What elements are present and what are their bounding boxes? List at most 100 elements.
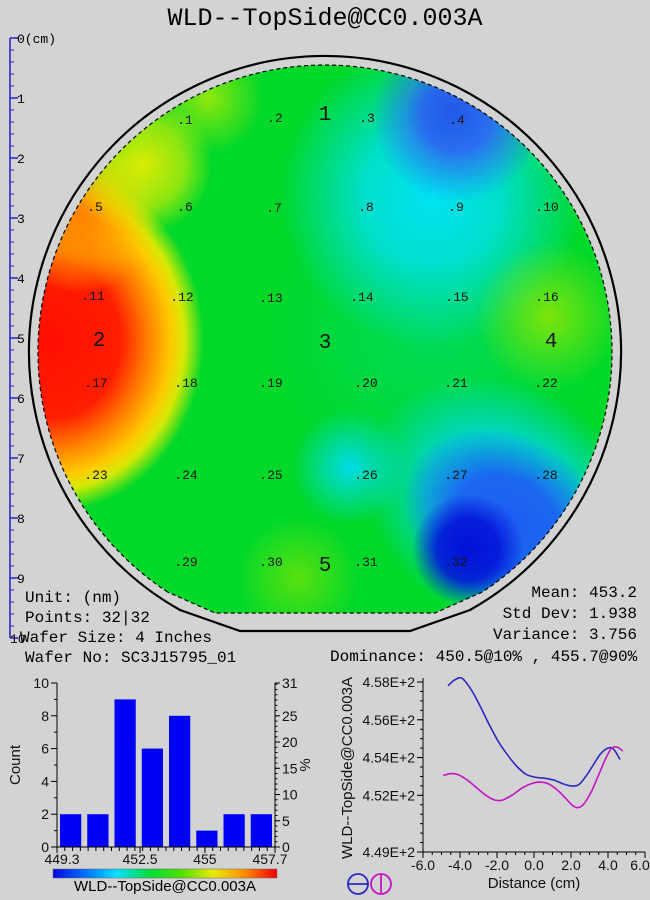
tick-label: 20 [282, 734, 298, 750]
tick-label: 4.0 [598, 857, 618, 873]
tick-label: 452.5 [123, 851, 158, 867]
wafer-point-label: .7 [266, 201, 282, 216]
wafer-point-label: .4 [449, 113, 465, 128]
ruler-label: 3 [17, 212, 25, 227]
wafer-point-label: .19 [259, 376, 282, 391]
wafer-point-label: .17 [84, 376, 107, 391]
stat-wafer-no: Wafer No: SC3J15795_01 [25, 649, 237, 667]
tick-label: 15 [282, 760, 298, 776]
wafer-point-label: .14 [350, 290, 374, 305]
histogram-bar [196, 830, 218, 847]
wafer-point-label: .5 [87, 200, 103, 215]
histogram-bar [87, 814, 109, 847]
wafer-point-label: .16 [535, 290, 558, 305]
tick-label: 4.54E+2 [362, 750, 415, 766]
histogram-bar [141, 748, 163, 847]
tick-label: 31 [282, 675, 298, 691]
wafer-point-label: .1 [177, 113, 193, 128]
ruler-label: 1 [17, 92, 25, 107]
tick-label: 10 [33, 675, 49, 691]
wafer-point-label: .3 [359, 111, 375, 126]
wafer-point-label: .24 [174, 468, 198, 483]
ruler-label: 6 [17, 392, 25, 407]
histogram-bar [250, 814, 272, 847]
stat-mean: Mean: 453.2 [531, 584, 637, 602]
histogram-bar [60, 814, 82, 847]
wafer-point-label: .10 [535, 200, 558, 215]
tick-label: -6.0 [411, 857, 435, 873]
wafer-point-label: .12 [170, 290, 193, 305]
tick-label: -2.0 [485, 857, 509, 873]
ruler-label: 9 [17, 572, 25, 587]
tick-label: 6 [41, 741, 49, 757]
wafer-region-label: 5 [319, 555, 332, 578]
tick-label: 449.3 [44, 851, 79, 867]
stat-dominance: Dominance: 450.5@10% , 455.7@90% [330, 648, 638, 666]
histogram-chart: 0246810051015202531449.3 452.5 455 457.7Cou… [7, 675, 314, 895]
prof-plot-area [443, 677, 624, 809]
wafer-point-label: .18 [174, 376, 197, 391]
v-scan-legend-icon [370, 873, 392, 895]
ruler-label: 4 [17, 272, 25, 287]
wafer-point-label: .11 [81, 289, 105, 304]
tick-label: 2 [41, 806, 49, 822]
wafer-point-label: .2 [267, 111, 283, 126]
wafer-point-label: .30 [259, 555, 282, 570]
ruler-label: 5 [17, 332, 25, 347]
tick-label: 8 [41, 708, 49, 724]
tick-label: 4.52E+2 [362, 787, 415, 803]
hist-y2label: % [297, 758, 314, 771]
wafer-point-label: .13 [259, 291, 282, 306]
wafer-region-label: 3 [319, 332, 332, 355]
wafer-point-label: .6 [177, 200, 193, 215]
wafer-point-label: .21 [444, 376, 468, 391]
colormap-legend-bar [52, 868, 278, 879]
histogram-bar [169, 715, 191, 847]
tick-label: 4 [41, 773, 49, 789]
wafer-point-label: .15 [445, 290, 468, 305]
wafer-point-label: .31 [354, 555, 378, 570]
tick-label: 25 [282, 708, 298, 724]
histogram-bar [114, 699, 136, 847]
h-scan-legend-icon [347, 873, 369, 895]
tick-label: 455 [193, 851, 217, 867]
wafer-region-label: 1 [319, 104, 332, 127]
wafer-point-label: .22 [534, 376, 557, 391]
wafer-point-label: .9 [448, 200, 464, 215]
wafer-map-window: WLD--TopSide@CC0.003A 0(cm) 1 2 3 4 5 6 7 8 9 10 [0, 0, 650, 900]
stat-unit: Unit: (nm) [25, 589, 122, 607]
tick-label: -4.0 [448, 857, 472, 873]
tick-label: 10 [282, 787, 298, 803]
wafer-point-label: .26 [354, 468, 377, 483]
tick-label: 4.58E+2 [362, 674, 415, 690]
tick-label: 2.0 [561, 857, 581, 873]
tick-label: 4.49E+2 [362, 844, 415, 860]
wafer-point-label: .27 [444, 468, 467, 483]
hist-ylabel: Count [7, 744, 24, 785]
wafer-point-label: .8 [358, 200, 374, 215]
prof-xlabel: Distance (cm) [488, 875, 581, 892]
histogram-bar [223, 814, 245, 847]
tick-label: 0.0 [524, 857, 544, 873]
tick-label: 457.7 [252, 851, 287, 867]
tick-label: 5 [282, 813, 290, 829]
wafer-region-label: 4 [545, 331, 558, 354]
wafer-point-label: .29 [174, 555, 197, 570]
stat-wafer-size: Wafer Size: 4 Inches [20, 629, 213, 647]
main-canvas: 0(cm)12345678910 .1.2 1.3.4.5 .6 .7 .8 .… [7, 32, 650, 895]
profile-chart: 4.49E+24.52E+24.54E+24.56E+24.58E+2-6.0-… [339, 674, 650, 895]
wafer-point-label: .25 [259, 468, 282, 483]
ruler-label: 2 [17, 152, 25, 167]
stat-points: Points: 32|32 [25, 609, 150, 627]
tick-label: 6.0 [630, 857, 650, 873]
wafer-region-label: 2 [93, 330, 106, 353]
ruler-label: 7 [17, 452, 25, 467]
stat-variance: Variance: 3.756 [492, 626, 637, 644]
tick-label: 4.56E+2 [362, 712, 415, 728]
horizontal-diameter-scan-curve [447, 677, 621, 787]
wafer-point-label: .23 [84, 468, 107, 483]
wafer-point-label: .20 [354, 376, 377, 391]
stat-std-dev: Std Dev: 1.938 [502, 605, 637, 623]
hist-legend-label: WLD--TopSide@CC0.003A [74, 878, 256, 895]
wafer-point-label: .32 [444, 555, 467, 570]
